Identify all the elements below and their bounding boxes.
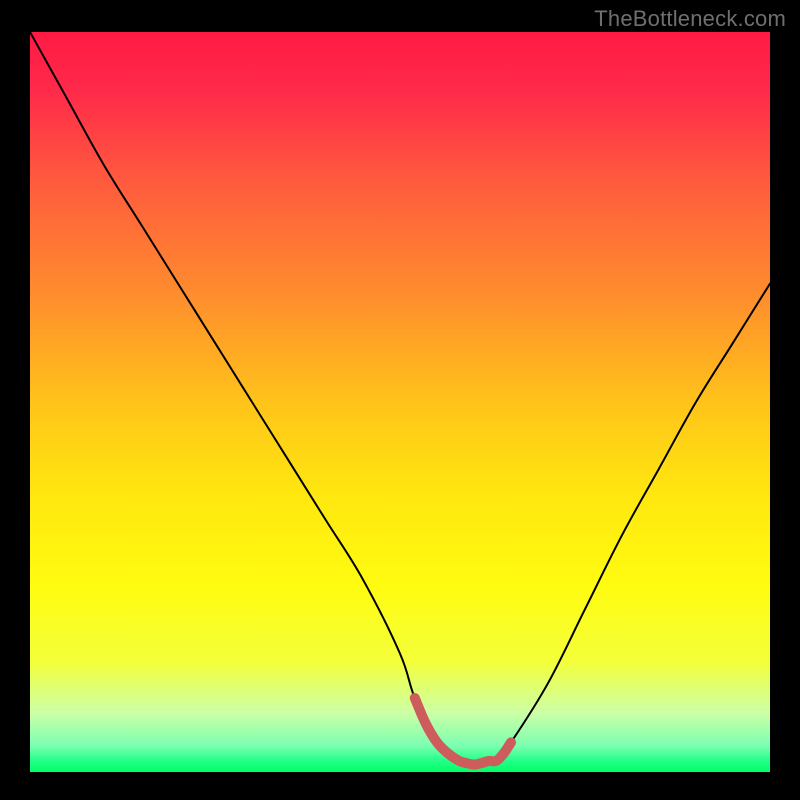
chart-background	[30, 32, 770, 772]
chart-stage: TheBottleneck.com	[0, 0, 800, 800]
plot-frame	[30, 32, 770, 772]
chart-svg	[30, 32, 770, 772]
watermark-label: TheBottleneck.com	[594, 6, 786, 32]
